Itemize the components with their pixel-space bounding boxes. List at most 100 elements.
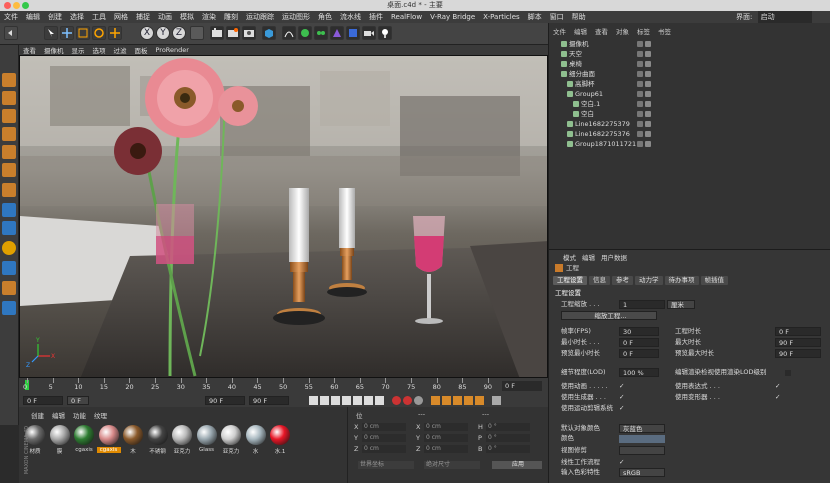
object-row[interactable]: 空白 xyxy=(549,109,830,119)
checkbox[interactable]: ✓ xyxy=(619,394,625,401)
material-label[interactable]: 亚克力 xyxy=(219,447,243,455)
coordinate-space-dropdown[interactable]: 世界坐标 xyxy=(358,461,414,469)
polygons-mode-icon[interactable] xyxy=(2,163,16,177)
material-swatch[interactable] xyxy=(147,425,168,445)
material-label[interactable]: 不锈钢 xyxy=(146,447,170,455)
object-row[interactable]: Group1871011721 xyxy=(549,139,830,149)
pen-spline-icon[interactable] xyxy=(282,26,296,40)
material-label[interactable]: 亚克力 xyxy=(170,447,194,455)
object-row[interactable]: 天空 xyxy=(549,49,830,59)
auto-key-icon[interactable] xyxy=(403,396,412,405)
play-icon[interactable] xyxy=(342,396,351,405)
attribute-field[interactable]: 0 F xyxy=(619,338,659,347)
close-window-button[interactable] xyxy=(4,2,11,9)
menu-item[interactable]: 雕刻 xyxy=(220,11,242,23)
menu-item[interactable]: 动画 xyxy=(154,11,176,23)
coord-rotation-field[interactable]: 0 ° xyxy=(486,445,530,453)
cube-primitive-icon[interactable] xyxy=(262,26,276,40)
object-row[interactable]: Line1682275379 xyxy=(549,119,830,129)
viewport-menu-item[interactable]: 选项 xyxy=(89,45,110,55)
render-toggle[interactable] xyxy=(645,41,651,47)
layout-selector[interactable]: 界面: 启动 xyxy=(736,11,812,23)
object-name[interactable]: Line1682275376 xyxy=(575,129,630,139)
viewport-menu-item[interactable]: 查看 xyxy=(19,45,40,55)
material-swatch[interactable] xyxy=(98,425,119,445)
menu-item[interactable]: 捕捉 xyxy=(132,11,154,23)
material-label[interactable]: Glass xyxy=(195,447,219,453)
object-manager-menu-item[interactable]: 对象 xyxy=(612,26,633,36)
visibility-toggle[interactable] xyxy=(637,131,643,137)
material-swatch[interactable] xyxy=(172,425,192,445)
keyframe-selection-icon[interactable] xyxy=(414,396,423,405)
y-axis-lock-button[interactable]: Y xyxy=(156,26,170,40)
checkbox[interactable]: ✓ xyxy=(775,394,781,401)
minimize-window-button[interactable] xyxy=(13,2,20,9)
menu-item[interactable]: 插件 xyxy=(365,11,387,23)
object-name[interactable]: 摄像机 xyxy=(569,39,589,49)
default-color-dropdown[interactable]: 灰蓝色 xyxy=(619,424,665,433)
end-frame-field[interactable]: 90 F xyxy=(205,396,245,405)
render-toggle[interactable] xyxy=(645,121,651,127)
object-name[interactable]: 高脚杯 xyxy=(575,79,595,89)
material-menu-item[interactable]: 编辑 xyxy=(52,410,65,420)
undo-icon[interactable] xyxy=(4,26,18,40)
attribute-tab[interactable]: 帧插值 xyxy=(700,276,728,285)
go-to-start-icon[interactable] xyxy=(309,396,318,405)
visibility-toggle[interactable] xyxy=(637,111,643,117)
x-axis-lock-button[interactable]: X xyxy=(140,26,154,40)
object-name[interactable]: Group61 xyxy=(575,89,603,99)
render-toggle[interactable] xyxy=(645,141,651,147)
checkbox[interactable]: ✓ xyxy=(619,383,625,390)
attribute-menu-item[interactable]: 用户数据 xyxy=(601,252,627,262)
attribute-field[interactable]: 0 F xyxy=(775,327,821,336)
viewport-menu-item[interactable]: 面板 xyxy=(131,45,152,55)
parameter-key-icon[interactable] xyxy=(464,396,473,405)
attribute-field[interactable]: 90 F xyxy=(775,338,821,347)
visibility-toggle[interactable] xyxy=(637,141,643,147)
menu-item[interactable]: X-Particles xyxy=(479,11,523,23)
material-label[interactable]: 水.1 xyxy=(268,447,292,455)
texture-mode-icon[interactable] xyxy=(2,91,16,105)
material-menu-item[interactable]: 创建 xyxy=(31,410,44,420)
coord-size-field[interactable]: 0 cm xyxy=(424,423,468,431)
viewport-menu-item[interactable]: 摄像机 xyxy=(40,45,68,55)
current-frame-field[interactable]: 0 F xyxy=(67,396,89,405)
layout-value[interactable]: 启动 xyxy=(757,11,812,23)
z-axis-lock-button[interactable]: Z xyxy=(172,26,186,40)
coord-rotation-field[interactable]: 0 ° xyxy=(486,434,530,442)
material-label[interactable]: 水 xyxy=(244,447,268,455)
select-tool-icon[interactable] xyxy=(44,26,58,40)
points-mode-icon[interactable] xyxy=(2,127,16,141)
attribute-tab[interactable]: 工程设置 xyxy=(553,276,587,285)
render-toggle[interactable] xyxy=(645,91,651,97)
recent-tool-icon[interactable] xyxy=(108,26,122,40)
light-icon[interactable] xyxy=(378,26,392,40)
render-toggle[interactable] xyxy=(645,81,651,87)
coord-size-field[interactable]: 0 cm xyxy=(424,445,468,453)
workplane-mode-icon[interactable] xyxy=(2,109,16,123)
snap-icon[interactable] xyxy=(2,221,16,235)
coord-position-field[interactable]: 0 cm xyxy=(362,423,406,431)
deformer-icon[interactable] xyxy=(330,26,344,40)
rotation-key-icon[interactable] xyxy=(453,396,462,405)
visibility-toggle[interactable] xyxy=(637,41,643,47)
visibility-toggle[interactable] xyxy=(637,101,643,107)
object-row[interactable]: 摄像机 xyxy=(549,39,830,49)
visibility-toggle[interactable] xyxy=(637,121,643,127)
size-mode-dropdown[interactable]: 绝对尺寸 xyxy=(424,461,480,469)
material-menu-item[interactable]: 功能 xyxy=(73,410,86,420)
workplane-lock-icon[interactable] xyxy=(2,281,16,295)
coordinate-system-icon[interactable] xyxy=(190,26,204,40)
material-swatch[interactable] xyxy=(49,425,70,445)
linear-workflow-checkbox[interactable]: ✓ xyxy=(619,459,625,466)
menu-item[interactable]: 帮助 xyxy=(568,11,590,23)
coord-size-field[interactable]: 0 cm xyxy=(424,434,468,442)
object-name[interactable]: 细分曲面 xyxy=(569,69,595,79)
attribute-field[interactable]: 0 F xyxy=(619,349,659,358)
coord-position-field[interactable]: 0 cm xyxy=(362,434,406,442)
timeline-window-icon[interactable] xyxy=(492,396,501,405)
model-mode-icon[interactable] xyxy=(2,73,16,87)
render-toggle[interactable] xyxy=(645,111,651,117)
menu-item[interactable]: 工具 xyxy=(88,11,110,23)
object-manager-menu-item[interactable]: 书签 xyxy=(654,26,675,36)
